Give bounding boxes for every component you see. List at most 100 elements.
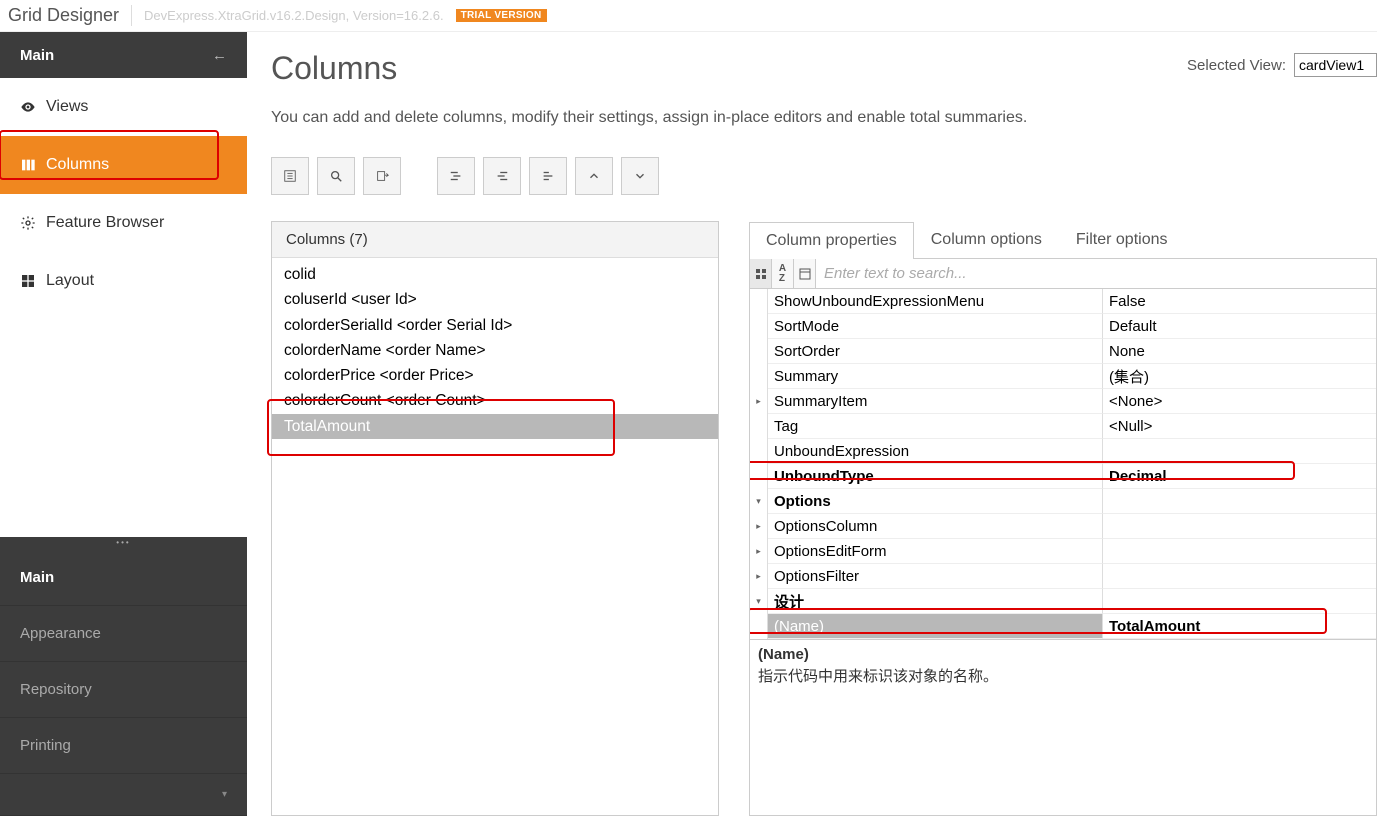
description-name: (Name) [758,646,1368,663]
property-value[interactable]: <None> [1103,389,1376,414]
selected-view-input[interactable] [1294,53,1377,77]
indent-right-button[interactable] [483,157,521,195]
tab-column-options[interactable]: Column options [914,221,1059,258]
property-value[interactable]: False [1103,289,1376,314]
expand-icon[interactable]: ▸ [750,514,768,539]
property-row[interactable]: (Name)TotalAmount [750,614,1376,639]
property-row[interactable]: ShowUnboundExpressionMenuFalse [750,289,1376,314]
property-description: (Name) 指示代码中用来标识该对象的名称。 [750,639,1376,692]
property-value[interactable] [1103,589,1376,614]
gutter [750,289,768,314]
sidebar-head[interactable]: Main ← [0,32,247,78]
property-grid: ShowUnboundExpressionMenuFalseSortModeDe… [749,289,1377,816]
property-value[interactable] [1103,539,1376,564]
property-row[interactable]: Summary(集合) [750,364,1376,389]
column-row[interactable]: colorderPrice <order Price> [272,363,718,388]
property-value[interactable] [1103,489,1376,514]
column-row[interactable]: colorderCount <order Count> [272,388,718,413]
column-row[interactable]: colorderSerialId <order Serial Id> [272,313,718,338]
gutter [750,439,768,464]
move-down-button[interactable] [621,157,659,195]
column-row[interactable]: coluserId <user Id> [272,287,718,312]
remove-column-button[interactable] [363,157,401,195]
version-text: DevExpress.XtraGrid.v16.2.Design, Versio… [132,8,444,23]
sidebar: Main ← Views Columns Feature Browser Lay… [0,32,247,816]
property-pages-button[interactable] [794,259,816,288]
sidebar-divider[interactable]: ••• [0,537,247,550]
trial-badge: TRIAL VERSION [456,9,547,22]
sidebar-tab-printing[interactable]: Printing [0,718,247,774]
property-name: OptionsFilter [768,564,1103,589]
categorized-view-button[interactable] [750,259,772,288]
property-row[interactable]: ▾设计 [750,589,1376,614]
indent-left-button[interactable] [437,157,475,195]
description-text: 指示代码中用来标识该对象的名称。 [758,665,1368,686]
tab-column-properties[interactable]: Column properties [749,222,914,259]
add-column-button[interactable] [271,157,309,195]
property-value[interactable]: TotalAmount [1103,614,1376,639]
property-row[interactable]: SortOrderNone [750,339,1376,364]
tab-filter-options[interactable]: Filter options [1059,221,1185,258]
column-row-selected[interactable]: TotalAmount [272,414,718,439]
property-value[interactable]: None [1103,339,1376,364]
alphabetical-view-button[interactable]: AZ [772,259,794,288]
collapse-icon[interactable]: ▾ [750,489,768,514]
sidebar-item-views[interactable]: Views [0,78,247,136]
columns-list-panel: Columns (7) colid coluserId <user Id> co… [271,221,719,816]
gutter [750,414,768,439]
expand-icon[interactable]: ▸ [750,389,768,414]
expand-icon[interactable]: ▸ [750,564,768,589]
property-name: SortOrder [768,339,1103,364]
property-value[interactable] [1103,439,1376,464]
sidebar-tab-expand[interactable]: ▾ [0,774,247,816]
expand-icon[interactable]: ▸ [750,539,768,564]
property-row[interactable]: ▾Options [750,489,1376,514]
columns-list-header: Columns (7) [272,222,718,258]
column-row[interactable]: colorderName <order Name> [272,338,718,363]
toolbar [271,157,1377,195]
property-name: Tag [768,414,1103,439]
sidebar-bottom: Main Appearance Repository Printing ▾ [0,550,247,816]
property-name: OptionsEditForm [768,539,1103,564]
gutter [750,314,768,339]
gutter [750,339,768,364]
column-row[interactable]: colid [272,262,718,287]
property-row[interactable]: UnboundTypeDecimal [750,464,1376,489]
back-arrow-icon[interactable]: ← [212,47,227,64]
sidebar-tab-main[interactable]: Main [0,550,247,606]
property-value[interactable]: (集合) [1103,364,1376,389]
property-panel: Column properties Column options Filter … [749,221,1377,816]
property-value[interactable] [1103,514,1376,539]
property-row[interactable]: ▸OptionsColumn [750,514,1376,539]
chevron-down-icon: ▾ [222,789,227,800]
property-row[interactable]: ▸SummaryItem<None> [750,389,1376,414]
selected-view: Selected View: [1187,53,1377,77]
sidebar-tab-repository[interactable]: Repository [0,662,247,718]
property-row[interactable]: SortModeDefault [750,314,1376,339]
property-search-input[interactable] [816,259,1376,288]
sidebar-item-columns[interactable]: Columns [0,136,247,194]
selected-view-label: Selected View: [1187,57,1286,74]
eye-icon [20,99,36,115]
layout-icon [20,273,36,289]
property-name: UnboundExpression [768,439,1103,464]
property-value[interactable]: Decimal [1103,464,1376,489]
move-up-button[interactable] [575,157,613,195]
reorder-button[interactable] [529,157,567,195]
retrieve-fields-button[interactable] [317,157,355,195]
property-value[interactable]: <Null> [1103,414,1376,439]
property-row[interactable]: ▸OptionsFilter [750,564,1376,589]
property-value[interactable] [1103,564,1376,589]
property-row[interactable]: UnboundExpression [750,439,1376,464]
sidebar-tab-appearance[interactable]: Appearance [0,606,247,662]
sidebar-item-layout[interactable]: Layout [0,252,247,310]
property-name: OptionsColumn [768,514,1103,539]
property-name: SortMode [768,314,1103,339]
property-row[interactable]: ▸OptionsEditForm [750,539,1376,564]
property-value[interactable]: Default [1103,314,1376,339]
property-tabs: Column properties Column options Filter … [749,221,1377,259]
property-row[interactable]: Tag<Null> [750,414,1376,439]
collapse-icon[interactable]: ▾ [750,589,768,614]
sidebar-item-feature-browser[interactable]: Feature Browser [0,194,247,252]
property-name: Summary [768,364,1103,389]
